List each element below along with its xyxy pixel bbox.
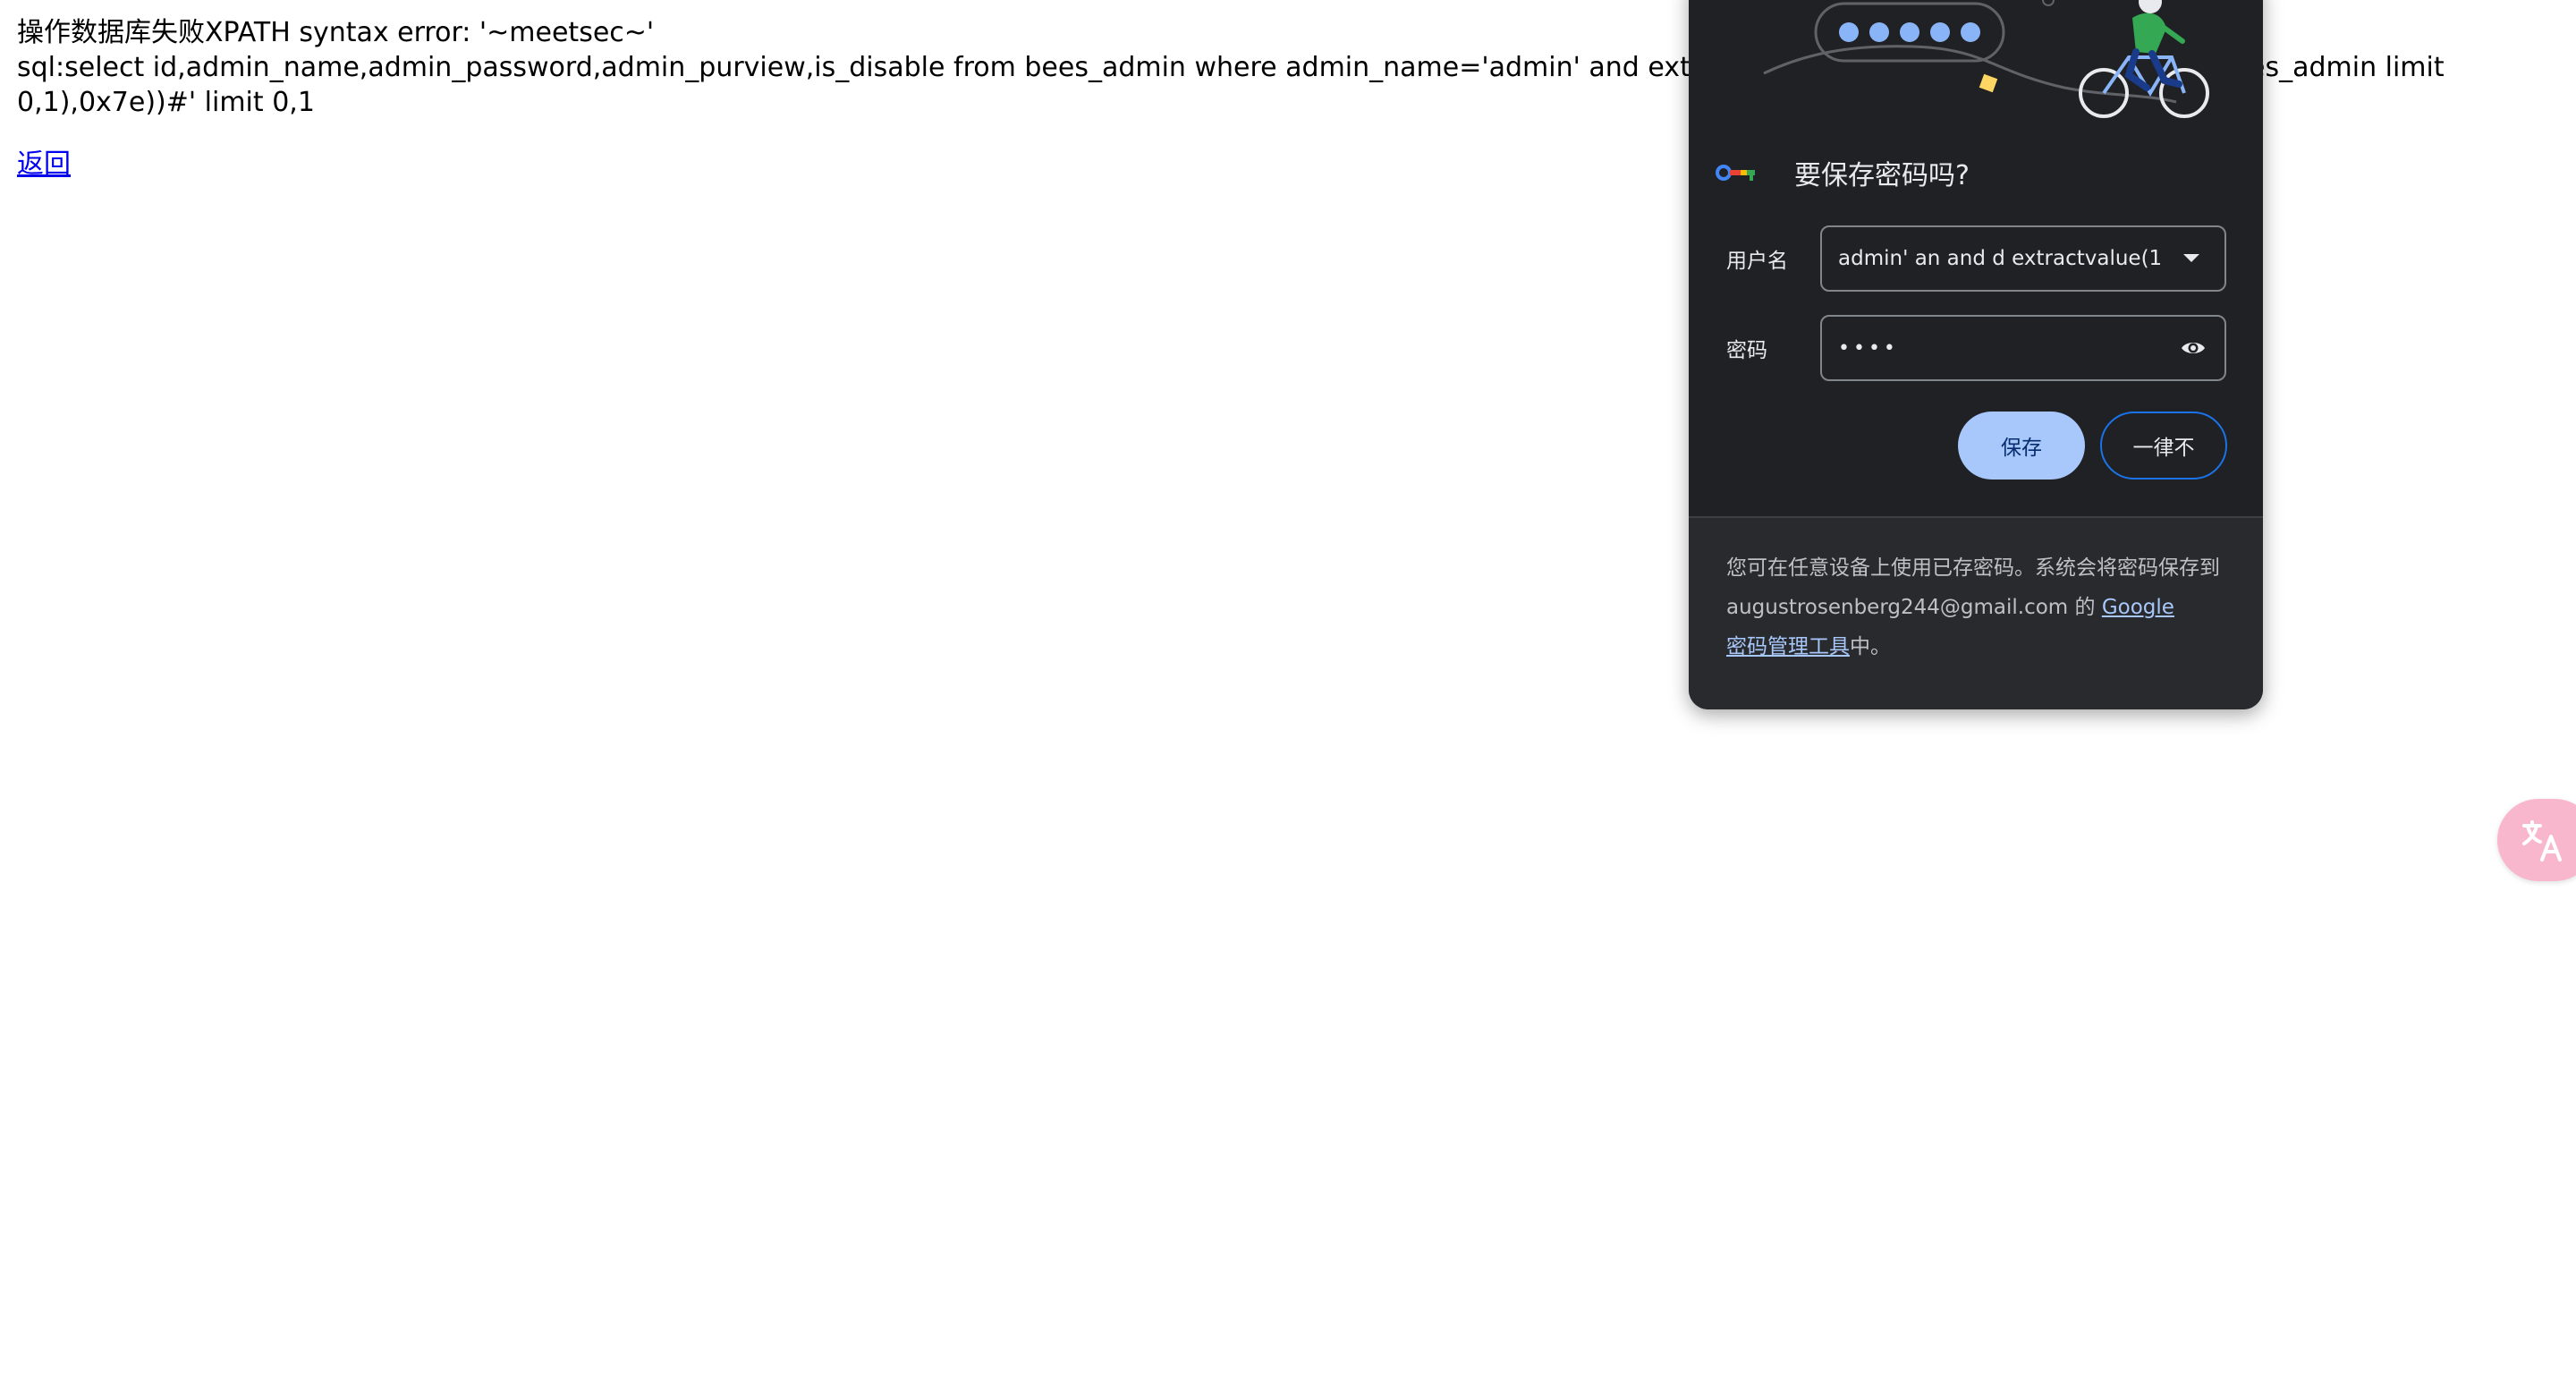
password-manager-link[interactable]: 密码管理工具	[1726, 635, 1850, 658]
eye-icon[interactable]	[2180, 338, 2207, 358]
back-link[interactable]: 返回	[17, 147, 71, 182]
username-select[interactable]: admin' an and d extractvalue(1,	[1820, 225, 2226, 292]
password-label: 密码	[1726, 339, 1767, 362]
password-field[interactable]: ••••	[1820, 315, 2226, 381]
password-value: ••••	[1838, 336, 1899, 360]
bubble-header: 要保存密码吗?	[1716, 149, 1970, 197]
chevron-down-icon[interactable]	[2183, 254, 2199, 262]
never-button[interactable]: 一律不	[2100, 412, 2227, 480]
translate-button[interactable]	[2497, 799, 2576, 881]
username-row: 用户名 admin' an and d extractvalue(1,	[1726, 225, 2236, 292]
footer-text-end: 中。	[1850, 635, 1891, 658]
google-link[interactable]: Google	[2102, 596, 2174, 619]
key-icon	[1716, 165, 1755, 181]
sql-statement-text: sql:select id,admin_name,admin_password,…	[17, 52, 1801, 83]
save-password-bubble: 要保存密码吗? 用户名 admin' an and d extractvalue…	[1689, 0, 2263, 709]
username-value: admin' an and d extractvalue(1,	[1838, 247, 2160, 270]
password-illustration	[1763, 0, 2209, 118]
sql-statement-tail: es_admin limit	[2249, 52, 2445, 83]
translate-icon	[2522, 820, 2562, 862]
bubble-title: 要保存密码吗?	[1794, 160, 1970, 191]
username-label: 用户名	[1726, 250, 1788, 273]
save-button[interactable]: 保存	[1958, 412, 2085, 480]
password-row: 密码 ••••	[1726, 315, 2236, 381]
bubble-footer: 您可在任意设备上使用已存密码。系统会将密码保存到 augustrosenberg…	[1689, 516, 2263, 709]
